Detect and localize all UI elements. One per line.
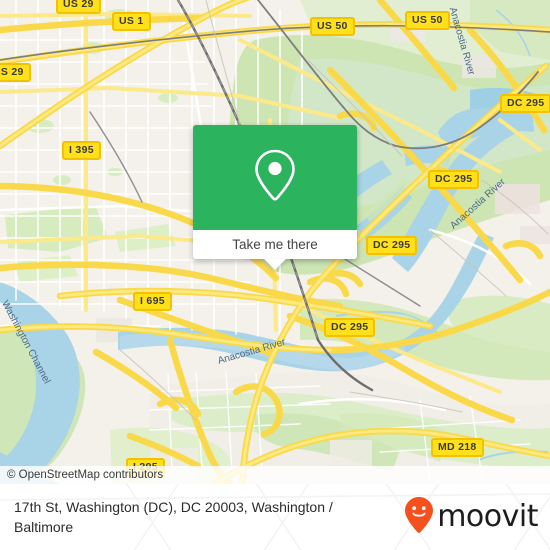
shield-i-395[interactable]: I 395 <box>62 141 101 160</box>
shield-dc-295-ne[interactable]: DC 295 <box>500 94 550 113</box>
shield-md-218[interactable]: MD 218 <box>431 438 484 457</box>
shield-us-29-top[interactable]: US 29 <box>56 0 101 14</box>
shield-us-29-left[interactable]: US 29 <box>0 63 31 82</box>
location-popup-card[interactable]: Take me there <box>193 125 357 270</box>
footer-bar: 17th St, Washington (DC), DC 20003, Wash… <box>0 484 550 550</box>
moovit-pin-smile-icon <box>404 496 434 539</box>
shield-us-50-right[interactable]: US 50 <box>405 11 450 30</box>
map-canvas[interactable]: Washington Channel Anacostia River Anaco… <box>0 0 550 484</box>
moovit-wordmark: moovit <box>437 499 538 534</box>
popup-tail-pointer <box>264 259 286 270</box>
take-me-there-button[interactable]: Take me there <box>193 230 357 259</box>
map-pin-icon <box>253 147 297 208</box>
shield-dc-295-mid[interactable]: DC 295 <box>366 236 418 255</box>
attribution-text[interactable]: © OpenStreetMap contributors <box>0 469 163 481</box>
shield-dc-295-s[interactable]: DC 295 <box>324 318 376 337</box>
moovit-brand[interactable]: moovit <box>404 496 538 539</box>
take-me-there-label: Take me there <box>232 237 318 252</box>
map-attribution-bar: © OpenStreetMap contributors <box>0 466 550 484</box>
location-address: 17th St, Washington (DC), DC 20003, Wash… <box>14 499 333 535</box>
shield-us-50-left[interactable]: US 50 <box>310 17 355 36</box>
popup-pin-area <box>193 125 357 230</box>
shield-dc-295-e[interactable]: DC 295 <box>428 170 480 189</box>
moovit-map-screenshot: Washington Channel Anacostia River Anaco… <box>0 0 550 550</box>
shield-us-1[interactable]: US 1 <box>112 12 151 31</box>
shield-i-695[interactable]: I 695 <box>133 292 172 311</box>
